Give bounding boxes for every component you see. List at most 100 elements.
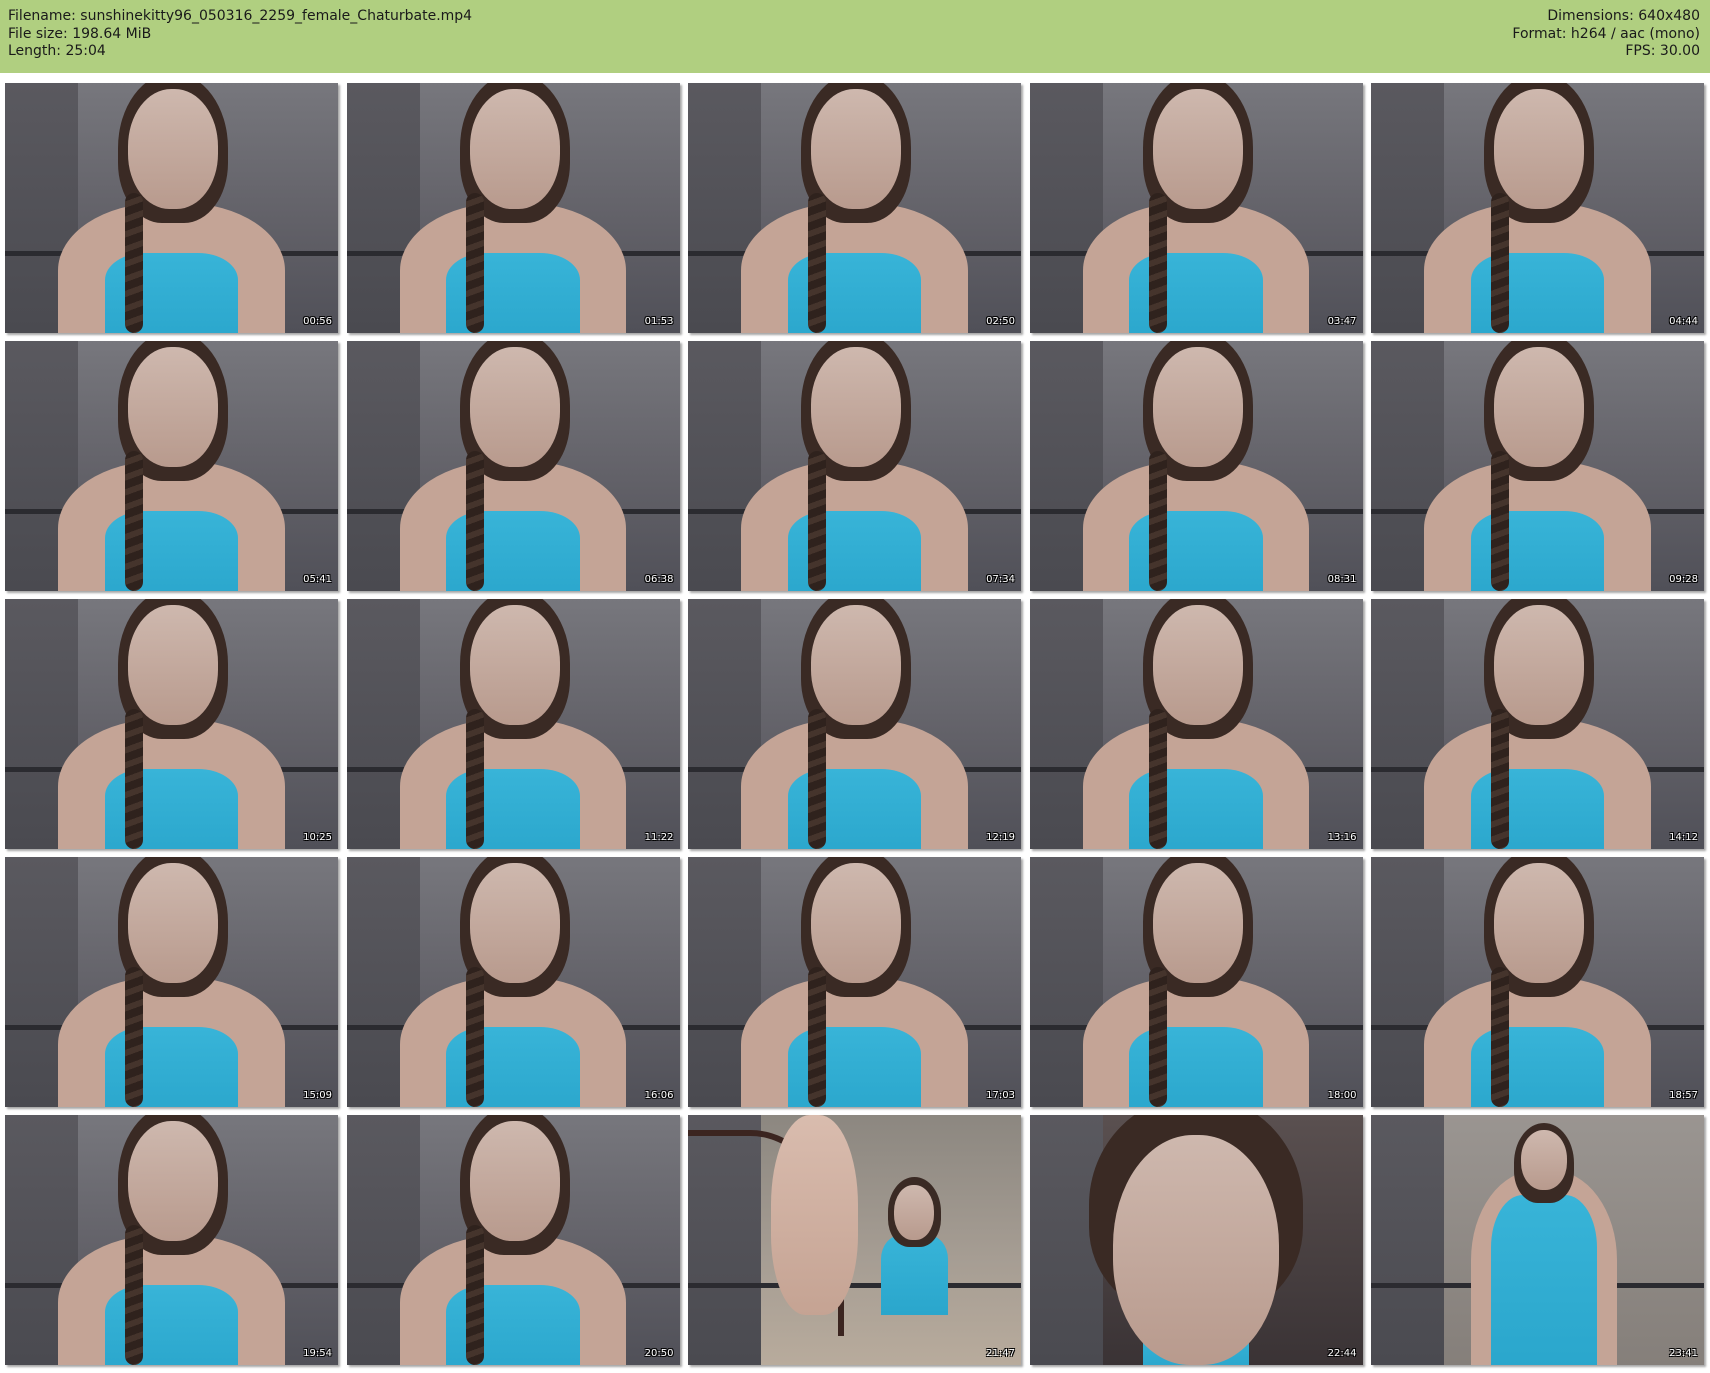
person-face [1152, 89, 1243, 209]
hair-braid [1149, 967, 1168, 1107]
person-face [1494, 605, 1585, 725]
hair-braid [807, 193, 826, 333]
background-wall [1371, 1115, 1445, 1365]
foot [771, 1115, 858, 1315]
person-face [128, 1121, 219, 1241]
filename-text: Filename: sunshinekitty96_050316_2259_fe… [8, 8, 473, 24]
video-thumbnail: 08:31 [1029, 341, 1363, 591]
thumbnail-timestamp: 18:57 [1669, 1090, 1698, 1101]
video-thumbnail: 03:47 [1029, 83, 1363, 333]
person-face [128, 863, 219, 983]
video-thumbnail: 23:41 [1371, 1115, 1704, 1365]
hair-braid [466, 193, 485, 333]
thumbnail-timestamp: 11:22 [644, 832, 674, 843]
thumbnail-timestamp: 21:47 [986, 1348, 1015, 1359]
hair-braid [466, 967, 485, 1107]
hair-braid [807, 967, 826, 1107]
video-thumbnail: 16:06 [346, 857, 680, 1107]
hair-braid [124, 967, 143, 1107]
thumbnail-timestamp: 07:34 [986, 574, 1015, 585]
person-face [1112, 1135, 1280, 1365]
hair-braid [807, 451, 826, 591]
thumbnail-timestamp: 23:41 [1669, 1348, 1698, 1359]
person-face [469, 347, 560, 467]
video-thumbnail: 18:00 [1029, 857, 1363, 1107]
thumbnail-timestamp: 08:31 [1327, 574, 1357, 585]
thumbnail-timestamp: 12:19 [986, 832, 1015, 843]
file-info-left: Filename: sunshinekitty96_050316_2259_fe… [8, 8, 472, 61]
tank-top [1490, 1195, 1598, 1365]
person-face [1494, 89, 1585, 209]
video-thumbnail: 10:25 [5, 599, 338, 849]
hair-braid [1490, 193, 1509, 333]
thumbnail-timestamp: 15:09 [303, 1090, 332, 1101]
tank-top [881, 1235, 948, 1315]
hair-braid [124, 193, 143, 333]
thumbnail-timestamp: 10:25 [303, 832, 332, 843]
thumbnail-timestamp: 17:03 [986, 1090, 1015, 1101]
hair-braid [466, 1225, 485, 1365]
length-text: Length: 25:04 [8, 43, 106, 59]
person-face [128, 89, 219, 209]
thumbnail-timestamp: 13:16 [1327, 832, 1357, 843]
video-thumbnail: 14:12 [1371, 599, 1704, 849]
person-face [1494, 347, 1585, 467]
person-face [1152, 605, 1243, 725]
video-thumbnail: 20:50 [346, 1115, 680, 1365]
video-thumbnail: 02:50 [688, 83, 1021, 333]
person-face [811, 347, 902, 467]
thumbnail-timestamp: 18:00 [1327, 1090, 1357, 1101]
person-face [469, 605, 560, 725]
person-face [469, 1121, 560, 1241]
video-thumbnail: 11:22 [346, 599, 680, 849]
video-thumbnail: 18:57 [1371, 857, 1704, 1107]
thumbnail-timestamp: 19:54 [303, 1348, 332, 1359]
hair-braid [124, 709, 143, 849]
video-thumbnail: 15:09 [5, 857, 338, 1107]
thumbnail-timestamp: 20:50 [644, 1348, 674, 1359]
filesize-text: File size: 198.64 MiB [8, 25, 152, 42]
person-face [811, 863, 902, 983]
fps-text: FPS: 30.00 [1625, 43, 1700, 59]
hair-braid [1149, 709, 1168, 849]
file-info-right: Dimensions: 640x480 Format: h264 / aac (… [1512, 8, 1700, 61]
thumbnail-timestamp: 00:56 [303, 316, 332, 327]
thumbnail-timestamp: 16:06 [644, 1090, 674, 1101]
video-thumbnail: 09:28 [1371, 341, 1704, 591]
thumbnail-timestamp: 04:44 [1669, 316, 1698, 327]
thumbnail-timestamp: 22:44 [1327, 1348, 1357, 1359]
thumbnail-timestamp: 09:28 [1669, 574, 1698, 585]
thumbnail-timestamp: 03:47 [1327, 316, 1357, 327]
thumbnail-timestamp: 01:53 [644, 316, 674, 327]
person-face [1152, 863, 1243, 983]
person-face [894, 1185, 935, 1240]
video-thumbnail: 19:54 [5, 1115, 338, 1365]
hair-braid [807, 709, 826, 849]
video-thumbnail: 12:19 [688, 599, 1021, 849]
info-header: Filename: sunshinekitty96_050316_2259_fe… [0, 0, 1710, 73]
thumbnail-timestamp: 02:50 [986, 316, 1015, 327]
hair-braid [466, 709, 485, 849]
thumbnail-timestamp: 05:41 [303, 574, 332, 585]
person-face [1494, 863, 1585, 983]
dimensions-text: Dimensions: 640x480 [1547, 8, 1700, 24]
hair-braid [124, 1225, 143, 1365]
person-face [1152, 347, 1243, 467]
person-face [128, 347, 219, 467]
thumbnail-grid: 00:56 01:53 02:50 03:47 04:44 05:41 06:38 07:34… [5, 83, 1704, 1365]
person-face [128, 605, 219, 725]
hair-braid [1149, 451, 1168, 591]
video-thumbnail: 07:34 [688, 341, 1021, 591]
video-thumbnail: 05:41 [5, 341, 338, 591]
hair-braid [1490, 967, 1509, 1107]
thumbnail-timestamp: 14:12 [1669, 832, 1698, 843]
hair-braid [1490, 709, 1509, 849]
video-thumbnail: 17:03 [688, 857, 1021, 1107]
person-face [1520, 1130, 1568, 1190]
video-thumbnail: 21:47 [688, 1115, 1021, 1365]
person-face [811, 605, 902, 725]
video-thumbnail: 22:44 [1029, 1115, 1363, 1365]
person-face [811, 89, 902, 209]
hair-braid [124, 451, 143, 591]
hair-braid [1490, 451, 1509, 591]
